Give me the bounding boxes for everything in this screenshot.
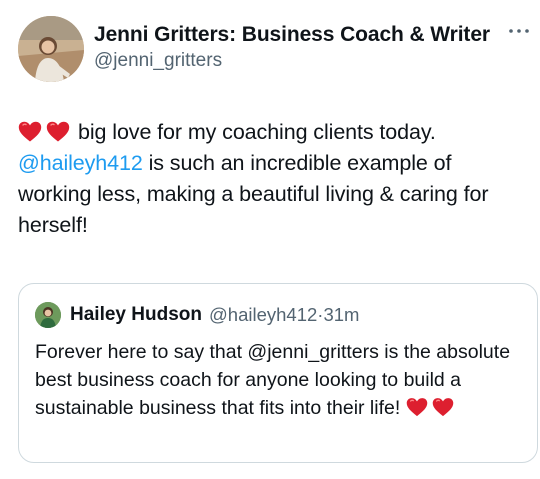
author-avatar[interactable] bbox=[18, 16, 84, 82]
heart-emoji-icon bbox=[406, 397, 428, 417]
tweet-text: big love for my coaching clients today. @… bbox=[18, 117, 530, 241]
heart-emoji-icon bbox=[46, 121, 70, 142]
tweet-header: Jenni Gritters: Business Coach & Writer … bbox=[18, 16, 530, 82]
quoted-author-display-name[interactable]: Hailey Hudson bbox=[70, 303, 202, 327]
heart-emoji-icon bbox=[432, 397, 454, 417]
tweet-text-line1: big love for my coaching clients today. bbox=[78, 120, 436, 144]
heart-emoji-icon bbox=[18, 121, 42, 142]
author-handle[interactable]: @jenni_gritters bbox=[94, 48, 490, 74]
quoted-tweet-text: Forever here to say that @jenni_gritters… bbox=[35, 338, 515, 422]
heart-emojis bbox=[18, 117, 70, 148]
mention-link[interactable]: @haileyh412 bbox=[18, 151, 143, 175]
quoted-time[interactable]: 31m bbox=[323, 304, 359, 325]
quoted-author-meta: @haileyh412·31m bbox=[209, 303, 359, 327]
quoted-tweet-card[interactable]: Hailey Hudson @haileyh412·31m Forever he… bbox=[18, 283, 538, 463]
quoted-author-avatar[interactable] bbox=[35, 302, 61, 328]
author-display-name[interactable]: Jenni Gritters: Business Coach & Writer bbox=[94, 22, 490, 48]
heart-emojis bbox=[406, 394, 454, 422]
more-horizontal-icon[interactable] bbox=[508, 26, 530, 36]
quoted-author-handle[interactable]: @haileyh412 bbox=[209, 304, 317, 325]
